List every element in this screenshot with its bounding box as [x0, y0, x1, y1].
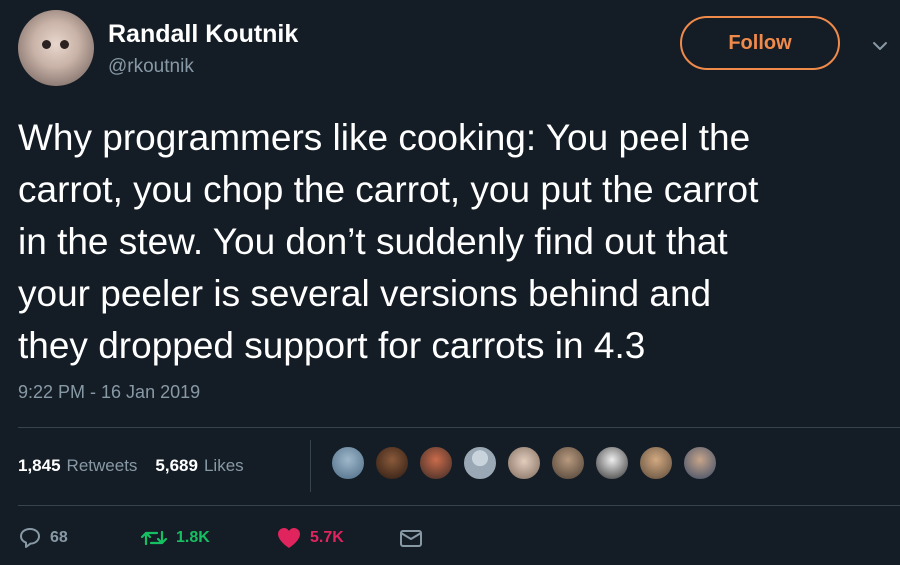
message-button[interactable]	[398, 522, 424, 554]
retweet-button[interactable]: 1.8K	[140, 522, 210, 554]
reply-icon	[20, 528, 40, 548]
tweet-text: Why programmers like cooking: You peel t…	[18, 117, 759, 366]
like-button[interactable]: 5.7K	[276, 522, 344, 554]
heart-icon	[278, 528, 300, 548]
user-handle[interactable]: @rkoutnik	[108, 56, 194, 78]
avatar[interactable]	[18, 10, 94, 86]
liker-avatar[interactable]	[374, 445, 410, 481]
user-name[interactable]: Randall Koutnik	[108, 20, 298, 49]
like-count: 5.7K	[310, 529, 344, 546]
tweet-header: Randall Koutnik @rkoutnik Follow	[18, 10, 890, 86]
reply-button[interactable]: 68	[18, 522, 68, 554]
liker-avatar[interactable]	[682, 445, 718, 481]
liker-avatar[interactable]	[506, 445, 542, 481]
liker-avatar[interactable]	[418, 445, 454, 481]
message-icon	[400, 530, 422, 547]
tweet-timestamp[interactable]: 9:22 PM - 16 Jan 2019	[18, 382, 200, 403]
chevron-down-icon[interactable]	[870, 36, 890, 56]
retweets-count[interactable]: 1,845	[18, 456, 61, 476]
likes-count[interactable]: 5,689	[155, 456, 198, 476]
retweet-icon	[140, 530, 168, 546]
liker-avatar[interactable]	[638, 445, 674, 481]
divider	[18, 505, 900, 506]
divider	[18, 427, 900, 428]
tweet-stats: 1,845 Retweets 5,689 Likes	[18, 452, 262, 480]
reply-count: 68	[50, 529, 68, 546]
retweet-count: 1.8K	[176, 529, 210, 546]
follow-button[interactable]: Follow	[680, 16, 840, 70]
retweets-label[interactable]: Retweets	[67, 456, 138, 476]
liker-avatar[interactable]	[550, 445, 586, 481]
liker-avatar[interactable]	[462, 445, 498, 481]
liker-avatar[interactable]	[594, 445, 630, 481]
stats-separator	[310, 440, 311, 492]
liker-avatar[interactable]	[330, 445, 366, 481]
likes-label[interactable]: Likes	[204, 456, 244, 476]
